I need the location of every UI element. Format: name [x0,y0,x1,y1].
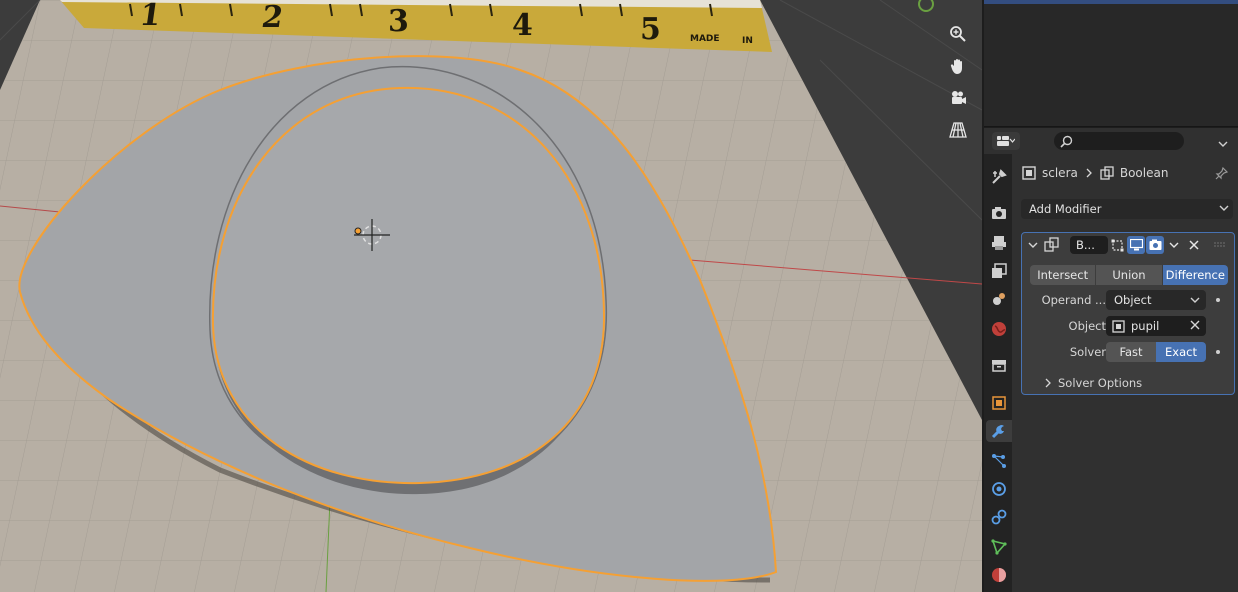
boolean-operation-selector: Intersect Union Difference [1030,265,1228,285]
properties-panel: sclera Boolean Add Modifier B... Interse… [1012,154,1238,592]
edit-mode-toggle-icon[interactable] [1108,236,1126,254]
output-icon[interactable] [988,232,1010,254]
tool-icon[interactable] [988,166,1010,188]
editor-type-icon [997,136,1015,146]
solver-label: Solver [1069,345,1106,359]
fast-solver-button[interactable]: Fast [1106,342,1156,362]
boolean-modifier-icon [1044,237,1059,252]
breadcrumb-object[interactable]: sclera [1042,166,1078,180]
particles-icon[interactable] [988,450,1010,472]
operand-type-dropdown[interactable]: Object [1106,290,1206,310]
perspective-grid-icon[interactable] [944,116,972,144]
chevron-down-icon [1190,297,1200,303]
operand-value: Object [1114,293,1152,307]
chevron-right-icon [1045,378,1051,388]
add-modifier-label: Add Modifier [1029,202,1102,216]
zoom-icon[interactable] [944,20,972,48]
exact-solver-button[interactable]: Exact [1156,342,1206,362]
physics-icon[interactable] [988,478,1010,500]
boolean-modifier-icon [1100,166,1114,180]
breadcrumb: sclera Boolean [1022,164,1228,182]
operand-label: Operand ... [1041,293,1106,307]
object-icon[interactable] [988,392,1010,414]
pin-icon[interactable] [1215,166,1228,180]
chevron-right-icon [1086,168,1092,178]
object-icon [1022,166,1036,180]
chevron-down-icon [1219,205,1229,211]
solver-selector: Fast Exact [1106,342,1206,362]
modifier-name-field[interactable]: B... [1070,236,1108,254]
constraints-icon[interactable] [988,506,1010,528]
close-icon[interactable] [1185,236,1203,254]
properties-search-input[interactable] [1054,132,1184,150]
ruler-number: 3 [388,4,409,39]
hand-pan-icon[interactable] [944,52,972,80]
keyframe-dot[interactable] [1216,350,1220,354]
render-toggle-icon[interactable] [1146,236,1164,254]
material-icon[interactable] [988,564,1010,586]
view-layer-icon[interactable] [988,260,1010,282]
collection-icon[interactable] [988,354,1010,376]
breadcrumb-modifier[interactable]: Boolean [1120,166,1169,180]
pupil-cutout [211,86,606,485]
drag-handle-icon[interactable] [1214,242,1226,248]
modifier-icon[interactable] [986,420,1012,442]
world-icon[interactable] [988,318,1010,340]
properties-header [984,128,1238,154]
intersect-button[interactable]: Intersect [1030,265,1097,285]
object-icon [1112,319,1125,333]
collapse-chevron-icon[interactable] [1028,240,1038,250]
viewport-canvas [0,0,982,592]
chevron-down-icon[interactable] [1218,134,1228,153]
render-icon[interactable] [988,202,1010,224]
ruler-brand: MADE [690,34,720,44]
object-value: pupil [1131,319,1160,333]
editor-type-button[interactable] [992,132,1020,150]
add-modifier-dropdown[interactable]: Add Modifier [1021,199,1233,219]
viewport-display-toggle-icon[interactable] [1127,236,1145,254]
boolean-modifier-panel: B... Intersect Union Difference Operand … [1021,232,1235,395]
outliner[interactable] [984,0,1238,127]
object-row: Object pupil [1022,316,1234,336]
clear-icon[interactable] [1190,320,1200,330]
modifier-menu-chevron-icon[interactable] [1165,236,1183,254]
data-icon[interactable] [988,536,1010,558]
properties-tabs [984,154,1012,592]
scene-icon[interactable] [988,288,1010,310]
solver-options-label: Solver Options [1058,376,1143,390]
operand-row: Operand ... Object [1022,290,1234,310]
camera-view-icon[interactable] [944,84,972,112]
search-icon [1060,135,1073,148]
object-field[interactable]: pupil [1106,316,1206,336]
3d-viewport[interactable]: 1 2 3 4 5 MADE IN [0,0,982,592]
ruler-number: 5 [640,12,661,47]
ruler-suffix: IN [742,36,753,46]
union-button[interactable]: Union [1096,265,1163,285]
solver-row: Solver Fast Exact [1022,342,1234,362]
modifier-header: B... [1022,233,1234,257]
outliner-selected-row[interactable] [984,0,1238,4]
ruler-number: 4 [512,8,533,43]
difference-button[interactable]: Difference [1162,265,1228,285]
object-label: Object [1068,319,1106,333]
keyframe-dot[interactable] [1216,298,1220,302]
solver-options-subpanel[interactable]: Solver Options [1044,376,1142,390]
